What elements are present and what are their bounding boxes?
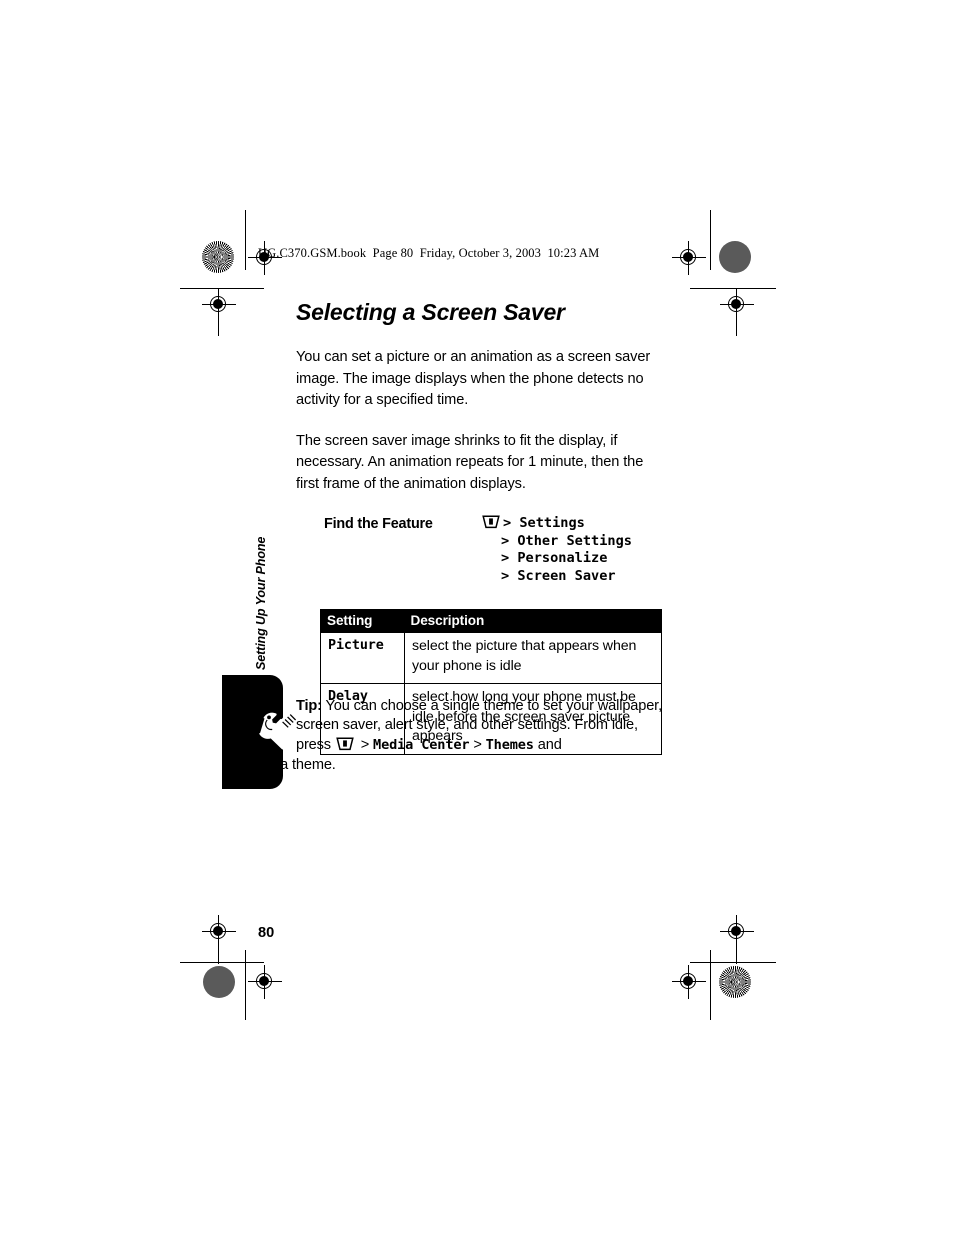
page-title: Selecting a Screen Saver — [296, 299, 565, 325]
page-content: Selecting a Screen Saver You can set a p… — [296, 299, 666, 756]
registration-mark-bottom-left-inner — [248, 965, 282, 999]
tip-gt-2: > — [469, 736, 486, 753]
menu-path-row-3: > Personalize — [501, 550, 608, 567]
registration-mark-top-right-outer — [672, 241, 706, 275]
chapter-tab-label: Setting Up Your Phone — [254, 536, 268, 670]
table-header-description: Description — [404, 609, 662, 633]
solid-dot-bottom-left — [203, 966, 235, 998]
registration-mark-top-left-inner — [202, 288, 236, 322]
crop-line-bottom-right-horizontal — [690, 962, 776, 964]
menu-path-row-1: > Settings — [481, 515, 632, 533]
table-header-row: Setting Description — [320, 609, 662, 633]
tip-lead-label: Tip: — [296, 698, 322, 714]
find-the-feature-block: Find the Feature > Settings > Other Sett… — [296, 515, 666, 593]
page-edge-rule-left — [245, 210, 247, 270]
tip-body-text-3: select a theme. — [239, 756, 336, 773]
page-number: 80 — [258, 925, 275, 941]
registration-mark-bottom-right-inner — [672, 965, 706, 999]
table-header-setting: Setting — [320, 609, 405, 633]
tip-body-text-2: and — [533, 736, 562, 753]
chapter-tab: Setting Up Your Phone — [237, 500, 268, 670]
table-row: Picture select the picture that appears … — [320, 632, 662, 684]
tip-text: Tip: You can choose a single theme to se… — [239, 697, 666, 775]
menu-key-icon — [481, 515, 501, 529]
table-cell-setting: Picture — [320, 632, 405, 684]
registration-mark-top-right-inner — [720, 288, 754, 322]
tip-gt-1: > — [356, 736, 374, 753]
menu-path-row-2: > Other Settings — [501, 532, 632, 549]
registration-mark-bottom-right-outer — [720, 915, 754, 949]
menu-path-step-1: > Settings — [503, 515, 585, 532]
halftone-dot-top-left — [202, 241, 234, 273]
tip-path-themes: Themes — [485, 736, 534, 753]
menu-key-icon — [335, 736, 355, 751]
running-header: UG.C370.GSM.book Page 80 Friday, October… — [258, 246, 600, 260]
crop-line-bottom-left-horizontal — [180, 962, 264, 964]
halftone-dot-bottom-right — [719, 966, 751, 998]
body-paragraph-1: You can set a picture or an animation as… — [296, 349, 651, 408]
table-cell-description: select the picture that appears when you… — [404, 632, 662, 684]
solid-dot-top-right — [719, 241, 751, 273]
menu-path: > Settings > Other Settings > Personaliz… — [481, 515, 632, 585]
tip-path-media-center: Media Center — [373, 736, 470, 753]
page-edge-rule-right-lower — [710, 950, 712, 1020]
find-the-feature-label: Find the Feature — [324, 516, 433, 533]
body-paragraph-2: The screen saver image shrinks to fit th… — [296, 433, 644, 492]
registration-mark-bottom-left-outer — [202, 915, 236, 949]
page-edge-rule-right — [710, 210, 712, 270]
page-edge-rule-left-lower — [245, 950, 247, 1020]
menu-path-row-4: > Screen Saver — [501, 567, 616, 584]
